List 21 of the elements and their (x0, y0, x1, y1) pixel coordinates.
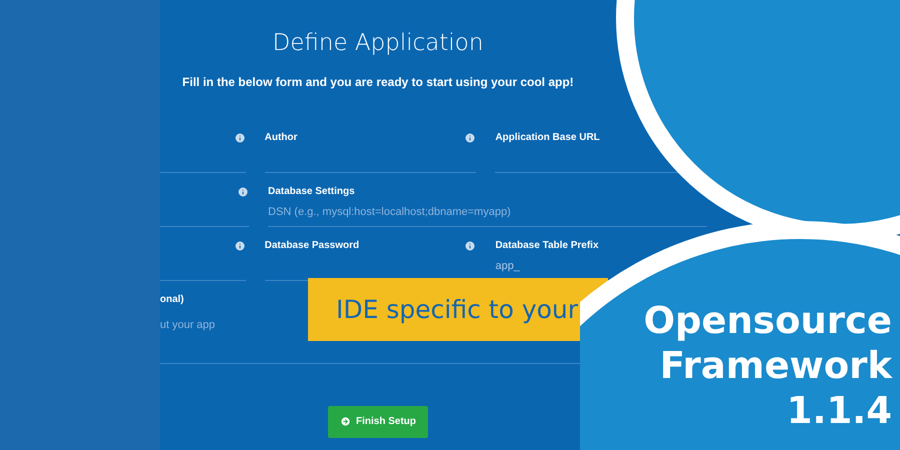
headline-text: 1.1.4 (786, 388, 892, 433)
headline-text: Opensource (644, 298, 892, 343)
input-field[interactable]: ut your app (160, 314, 216, 336)
info-icon[interactable] (464, 240, 476, 252)
input-field[interactable]: DSN (e.g., mysql:host=localhost;dbname=myapp) (268, 198, 511, 226)
finish-setup-button[interactable]: Finish Setup (328, 406, 428, 438)
info-icon[interactable] (237, 186, 249, 198)
field-label: onal) (160, 293, 184, 307)
form-title: Define Application (272, 29, 484, 58)
input-field[interactable]: app_ (495, 252, 520, 280)
info-icon[interactable] (234, 132, 246, 144)
headline-text: Framework (660, 343, 892, 388)
field-label: Application Base URL (495, 131, 600, 145)
field-label: Database Table Prefix (495, 239, 599, 253)
banner-text: IDE specific to your (336, 294, 578, 326)
field-label: Author (264, 131, 298, 145)
field-label: Database Settings (268, 185, 355, 199)
field-label: Database Password (264, 239, 360, 253)
info-icon[interactable] (464, 132, 476, 144)
info-icon[interactable] (234, 240, 246, 252)
form-subtitle: Fill in the below form and you are ready to start using your cool app! (182, 74, 574, 90)
